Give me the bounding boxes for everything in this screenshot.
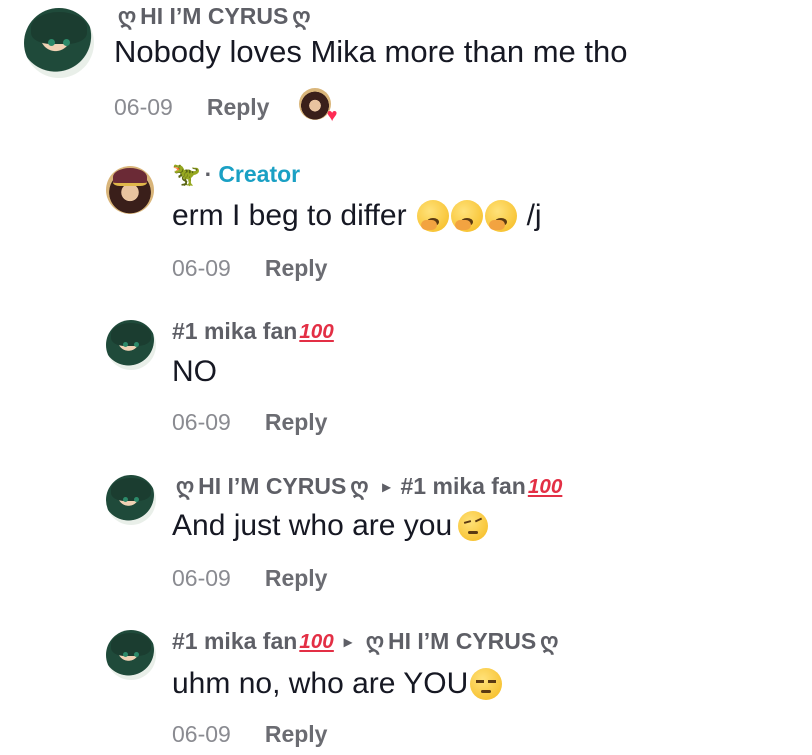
comment-username[interactable]: 🦖 · Creator bbox=[172, 161, 300, 188]
avatar-eye bbox=[134, 652, 139, 657]
avatar-eye bbox=[47, 38, 55, 46]
comment-text-content: uhm no, who are YOU bbox=[172, 667, 469, 700]
comment-text: erm I beg to differ /j bbox=[172, 199, 542, 233]
comment-4: ღ HI I’M CYRUS ღ ▸ #1 mika fan 100 And j… bbox=[0, 465, 812, 605]
reply-to-username[interactable]: HI I’M CYRUS bbox=[388, 628, 536, 655]
avatar-hat bbox=[112, 167, 148, 187]
avatar-hair bbox=[31, 12, 87, 44]
reply-arrow-icon: ▸ bbox=[343, 632, 352, 651]
username-text: #1 mika fan bbox=[172, 628, 298, 654]
swirl-icon: ღ bbox=[365, 628, 385, 654]
comment-date: 06-09 bbox=[172, 565, 231, 591]
comment-text-content: NO bbox=[172, 355, 217, 388]
creator-liked-badge: ♥ bbox=[299, 88, 337, 126]
swirl-icon: ღ bbox=[176, 473, 195, 499]
avatar-eye bbox=[123, 497, 128, 502]
yawning-face-icon bbox=[484, 200, 517, 232]
swirl-icon: ღ bbox=[540, 628, 559, 654]
comment-date: 06-09 bbox=[114, 93, 173, 120]
reply-button[interactable]: Reply bbox=[265, 721, 328, 748]
avatar-hair bbox=[111, 323, 151, 346]
comment-meta: 06-09 Reply bbox=[172, 721, 327, 748]
unamused-face-icon bbox=[470, 668, 503, 700]
comment-meta: 06-09 Reply bbox=[172, 565, 327, 592]
comment-username[interactable]: ღ HI I’M CYRUS ღ ▸ #1 mika fan 100 bbox=[172, 473, 562, 500]
comment-date: 06-09 bbox=[172, 255, 231, 281]
comment-meta: 06-09 Reply bbox=[172, 255, 327, 282]
comment-date: 06-09 bbox=[172, 409, 231, 435]
comment-text-content: Nobody loves Mika more than me tho bbox=[114, 34, 628, 69]
avatar[interactable] bbox=[106, 320, 156, 370]
hundred-points-icon: 100 bbox=[527, 474, 563, 498]
username-text: #1 mika fan bbox=[172, 318, 298, 344]
avatar[interactable] bbox=[106, 475, 156, 525]
comment-username[interactable]: #1 mika fan 100 bbox=[172, 318, 334, 345]
swirl-icon: ღ bbox=[292, 3, 311, 29]
reply-button[interactable]: Reply bbox=[265, 255, 328, 282]
comment-date: 06-09 bbox=[172, 721, 231, 747]
avatar-hair bbox=[111, 478, 151, 501]
reply-to-username[interactable]: #1 mika fan bbox=[401, 473, 526, 500]
comment-5: #1 mika fan 100 ▸ ღ HI I’M CYRUS ღ uhm n… bbox=[0, 620, 812, 755]
comment-username[interactable]: ღ HI I’M CYRUS ღ bbox=[114, 3, 314, 30]
swirl-icon: ღ bbox=[350, 473, 369, 499]
face-with-raised-eyebrow-icon bbox=[458, 511, 489, 541]
avatar-eye bbox=[134, 342, 139, 347]
avatar-eye bbox=[123, 342, 128, 347]
reply-button[interactable]: Reply bbox=[207, 94, 270, 121]
username-text: HI I’M CYRUS bbox=[140, 3, 289, 29]
heart-icon: ♥ bbox=[326, 105, 338, 125]
avatar-eye bbox=[63, 38, 71, 46]
reply-button[interactable]: Reply bbox=[265, 565, 328, 592]
avatar[interactable] bbox=[106, 630, 156, 680]
avatar[interactable] bbox=[24, 8, 94, 78]
comment-text: NO bbox=[172, 355, 217, 389]
comment-3: #1 mika fan 100 NO 06-09 Reply bbox=[0, 310, 812, 450]
comment-text: And just who are you bbox=[172, 509, 489, 543]
swirl-icon: ღ bbox=[118, 3, 137, 29]
comment-meta: 06-09 Reply bbox=[172, 409, 327, 436]
comment-text: uhm no, who are YOU bbox=[172, 667, 503, 701]
comment-2: 🦖 · Creator erm I beg to differ /j 06-09… bbox=[0, 155, 812, 295]
username-text: HI I’M CYRUS bbox=[198, 473, 347, 499]
separator: · bbox=[204, 161, 213, 187]
hundred-points-icon: 100 bbox=[299, 629, 334, 653]
yawning-face-icon bbox=[450, 200, 483, 232]
reply-arrow-icon: ▸ bbox=[382, 477, 391, 496]
yawning-face-icon bbox=[416, 200, 449, 232]
comment-text-content: And just who are you bbox=[172, 509, 453, 542]
dino-icon: 🦖 bbox=[172, 161, 201, 187]
hundred-points-icon: 100 bbox=[299, 319, 334, 343]
avatar-creator[interactable] bbox=[106, 166, 154, 214]
avatar-eye bbox=[134, 497, 139, 502]
comment-text: Nobody loves Mika more than me tho bbox=[114, 34, 627, 70]
comment-text-content: erm I beg to differ bbox=[172, 199, 407, 232]
reply-button[interactable]: Reply bbox=[265, 409, 328, 436]
avatar-hair bbox=[111, 633, 151, 656]
comment-username[interactable]: #1 mika fan 100 ▸ ღ HI I’M CYRUS ღ bbox=[172, 628, 562, 655]
comment-text-suffix: /j bbox=[526, 199, 542, 232]
creator-badge: Creator bbox=[218, 161, 301, 187]
avatar-eye bbox=[123, 652, 128, 657]
comment-1: ღ HI I’M CYRUS ღ Nobody loves Mika more … bbox=[0, 0, 812, 135]
comment-meta: 06-09 Reply ♥ bbox=[114, 88, 337, 126]
